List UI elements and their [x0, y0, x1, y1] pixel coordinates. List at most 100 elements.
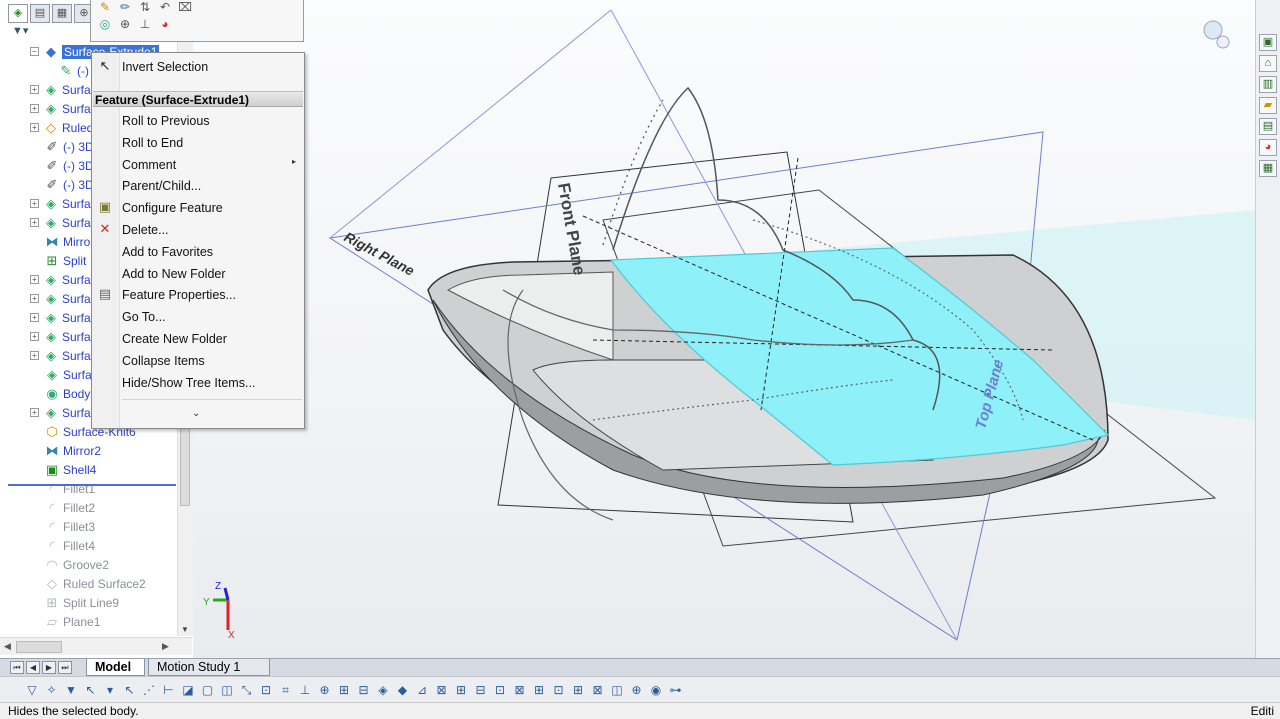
solidworks-resources-button[interactable]: ▣	[1259, 34, 1277, 51]
tree-item[interactable]: ✐ (-) 3D	[44, 156, 94, 175]
view-palette-button[interactable]: ▤	[1259, 118, 1277, 135]
tree-item[interactable]: + ◈ Surfa	[30, 99, 91, 118]
expand-toggle-icon[interactable]: +	[30, 104, 39, 113]
selection-filter-icon[interactable]: ⊡	[258, 682, 274, 698]
selection-filter-icon[interactable]: ⊕	[317, 682, 333, 698]
tree-item[interactable]: + ◈ Surfa	[30, 327, 91, 346]
hide-icon[interactable]: ⌧	[177, 0, 193, 14]
menu-item[interactable]: Roll to End	[122, 133, 183, 153]
tree-item[interactable]: ▣ Shell4	[44, 460, 97, 479]
scroll-down-arrow-icon[interactable]: ▼	[181, 625, 189, 634]
first-tab-button[interactable]: ⏮	[10, 661, 24, 674]
tree-item[interactable]: ✐ (-) 3D	[44, 175, 94, 194]
menu-item[interactable]: Create New Folder	[122, 329, 227, 349]
expand-toggle-icon[interactable]: +	[30, 332, 39, 341]
expand-toggle-icon[interactable]: −	[30, 47, 39, 56]
selection-filter-icon[interactable]: ⊟	[356, 682, 372, 698]
expand-toggle-icon[interactable]: +	[30, 275, 39, 284]
selection-filter-icon[interactable]: ⊞	[453, 682, 469, 698]
tree-item[interactable]: ⧓ Mirro	[44, 232, 91, 251]
selection-filter-icon[interactable]: ⊿	[414, 682, 430, 698]
reference-triad-icon[interactable]	[1203, 20, 1230, 49]
tree-item[interactable]: + ◈ Surfa	[30, 194, 91, 213]
edit-sketch-icon[interactable]: ✏	[117, 0, 133, 14]
expand-toggle-icon[interactable]: +	[30, 408, 39, 417]
normal-to-icon[interactable]: ⊥	[137, 17, 153, 31]
menu-item[interactable]: Feature Properties...	[122, 285, 236, 305]
selection-filter-icon[interactable]: ◫	[219, 682, 235, 698]
tree-item[interactable]: ⧓ Mirror2	[44, 441, 102, 460]
horizontal-scroll-thumb[interactable]	[16, 641, 62, 653]
tree-item[interactable]: ◜ Fillet4	[44, 536, 95, 555]
model-view[interactable]: Front Plane Right Plane Top Plane Z Y X	[193, 0, 1255, 658]
expand-toggle-icon[interactable]: +	[30, 294, 39, 303]
selection-filter-icon[interactable]: ◪	[180, 682, 196, 698]
tab-motion-study[interactable]: Motion Study 1	[148, 659, 270, 676]
tree-item[interactable]: + ◈ Surfa	[30, 270, 91, 289]
zoom-to-selection-icon[interactable]: ⊕	[117, 17, 133, 31]
tree-item[interactable]: ⊞ Split	[44, 251, 87, 270]
expand-menu-button[interactable]: ⌄	[192, 408, 200, 419]
menu-item[interactable]: Add to Favorites	[122, 242, 213, 262]
tree-item[interactable]: + ◈ Surfa	[30, 346, 91, 365]
expand-toggle-icon[interactable]: +	[30, 123, 39, 132]
tree-item[interactable]: + ◈ Surfa	[30, 308, 91, 327]
menu-item[interactable]: Delete...	[122, 220, 169, 240]
tree-item[interactable]: + ◈ Surfa	[30, 289, 91, 308]
undo-icon[interactable]: ↶	[157, 0, 173, 14]
file-explorer-button[interactable]: ▰	[1259, 97, 1277, 114]
selection-filter-icon[interactable]: ▼	[63, 682, 79, 698]
selection-filter-icon[interactable]: ⊢	[161, 682, 177, 698]
selection-filter-icon[interactable]: ⊡	[551, 682, 567, 698]
rollback-bar[interactable]	[8, 484, 176, 486]
next-tab-button[interactable]: ▶	[42, 661, 56, 674]
hide-body-icon[interactable]: ◎	[97, 17, 113, 31]
property-manager-tab[interactable]: ▤	[30, 4, 50, 23]
appearances-button[interactable]: ◕	[1259, 139, 1277, 156]
tree-item[interactable]: + ◇ Ruled	[30, 118, 93, 137]
tree-item[interactable]: ◠ Groove2	[44, 555, 109, 574]
menu-item[interactable]: Configure Feature	[122, 198, 223, 218]
tree-item[interactable]: ✎ (-)	[58, 61, 89, 80]
selection-filter-icon[interactable]: ◈	[375, 682, 391, 698]
last-tab-button[interactable]: ⏭	[58, 661, 72, 674]
tree-item[interactable]: + ◈ Surfa	[30, 80, 91, 99]
selection-filter-icon[interactable]: ◉	[648, 682, 664, 698]
tree-item[interactable]: ▱ Plane1	[44, 612, 100, 631]
selection-filter-icon[interactable]: ⌗	[278, 682, 294, 698]
menu-item[interactable]: Add to New Folder	[122, 264, 226, 284]
expand-toggle-icon[interactable]: +	[30, 313, 39, 322]
tree-item[interactable]: ◈ Surfa	[44, 365, 92, 384]
menu-item[interactable]: Collapse Items	[122, 351, 205, 371]
selection-filter-icon[interactable]: ◫	[609, 682, 625, 698]
configuration-manager-tab[interactable]: ▦	[52, 4, 72, 23]
selection-filter-icon[interactable]: ◆	[395, 682, 411, 698]
expand-toggle-icon[interactable]: +	[30, 218, 39, 227]
selection-filter-icon[interactable]: ⤡	[239, 682, 255, 698]
design-library-button[interactable]: ▥	[1259, 76, 1277, 93]
tree-item[interactable]: ◉ Body	[44, 384, 90, 403]
tree-item[interactable]: ◜ Fillet1	[44, 479, 95, 498]
tree-item[interactable]: ◇ Ruled Surface2	[44, 574, 146, 593]
scroll-right-arrow-icon[interactable]: ▶	[162, 641, 169, 652]
selection-filter-icon[interactable]: ⊟	[473, 682, 489, 698]
expand-toggle-icon[interactable]: +	[30, 85, 39, 94]
tree-item[interactable]: ✐ (-) 3D	[44, 137, 94, 156]
menu-item[interactable]: Go To...	[122, 307, 166, 327]
expand-toggle-icon[interactable]: +	[30, 351, 39, 360]
appearance-icon[interactable]: ◕	[157, 17, 173, 31]
home-button[interactable]: ⌂	[1259, 55, 1277, 72]
menu-item[interactable]: Roll to Previous	[122, 111, 210, 131]
selection-filter-icon[interactable]: ▢	[200, 682, 216, 698]
selection-filter-icon[interactable]: ⊥	[297, 682, 313, 698]
expand-toggle-icon[interactable]: +	[30, 199, 39, 208]
tree-item[interactable]: ◜ Fillet3	[44, 517, 95, 536]
tree-horizontal-scrollbar[interactable]: ◀ ▶	[0, 637, 192, 655]
scroll-left-arrow-icon[interactable]: ◀	[4, 641, 11, 652]
selection-filter-icon[interactable]: ▾	[102, 682, 118, 698]
selection-filter-icon[interactable]: ↖	[83, 682, 99, 698]
graphics-area[interactable]: Front Plane Right Plane Top Plane Z Y X	[193, 0, 1255, 658]
tab-model[interactable]: Model	[86, 659, 145, 676]
edit-feature-icon[interactable]: ✎	[97, 0, 113, 14]
feature-manager-tab[interactable]: ◈	[8, 4, 28, 23]
